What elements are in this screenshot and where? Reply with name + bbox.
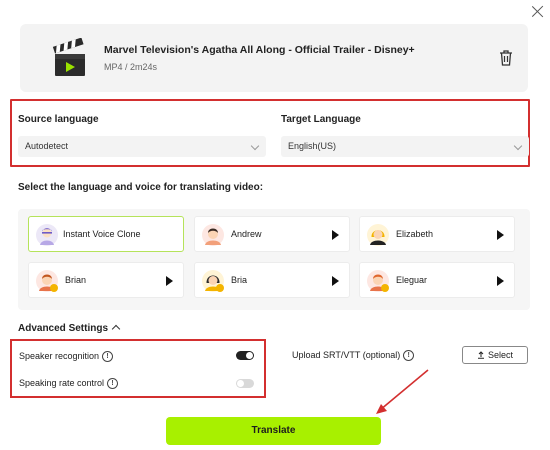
voice-name: Elizabeth: [396, 229, 434, 239]
file-card: Marvel Television's Agatha All Along - O…: [20, 24, 528, 92]
chevron-down-icon: [250, 141, 260, 151]
speaking-rate-text: Speaking rate control: [19, 378, 105, 388]
speaker-recognition-label: Speaker recognition!: [19, 351, 114, 363]
speaker-recognition-toggle[interactable]: [236, 351, 254, 360]
annotation-arrow: [376, 369, 429, 414]
play-icon[interactable]: [497, 230, 504, 240]
voice-name: Eleguar: [396, 275, 428, 285]
voice-card-brian[interactable]: Brian: [28, 262, 184, 298]
speaking-rate-label: Speaking rate control!: [19, 378, 119, 390]
info-icon[interactable]: !: [102, 351, 114, 363]
clapperboard-icon: [52, 38, 85, 76]
voice-grid: Instant Voice Clone Andrew Elizabeth Bri…: [18, 209, 530, 310]
voice-section-heading: Select the language and voice for transl…: [18, 182, 264, 193]
close-icon[interactable]: [530, 4, 546, 20]
file-title: Marvel Television's Agatha All Along - O…: [104, 44, 415, 56]
target-language-value: English(US): [288, 141, 337, 151]
voice-name: Instant Voice Clone: [63, 229, 141, 239]
elizabeth-avatar-icon: [367, 224, 389, 246]
toggle-knob: [237, 380, 244, 387]
info-icon[interactable]: !: [107, 378, 119, 390]
info-icon[interactable]: !: [403, 350, 415, 362]
brian-avatar-icon: [36, 270, 58, 292]
voice-card-bria[interactable]: Bria: [194, 262, 350, 298]
trash-icon[interactable]: [499, 50, 513, 66]
source-language-value: Autodetect: [25, 141, 69, 151]
voice-clone-avatar-icon: [36, 224, 58, 246]
play-icon[interactable]: [497, 276, 504, 286]
source-language-select[interactable]: Autodetect: [18, 136, 266, 157]
voice-card-andrew[interactable]: Andrew: [194, 216, 350, 252]
upload-subtitle-label: Upload SRT/VTT (optional)!: [292, 350, 415, 362]
target-language-label: Target Language: [281, 114, 361, 125]
advanced-settings-label: Advanced Settings: [18, 323, 109, 334]
play-icon[interactable]: [332, 230, 339, 240]
upload-subtitle-text: Upload SRT/VTT (optional): [292, 350, 401, 360]
voice-card-eleguar[interactable]: Eleguar: [359, 262, 515, 298]
bria-avatar-icon: [202, 270, 224, 292]
play-icon[interactable]: [166, 276, 173, 286]
voice-name: Brian: [65, 275, 87, 285]
upload-icon: [477, 350, 484, 359]
file-meta: MP4 / 2m24s: [104, 62, 158, 72]
play-icon[interactable]: [332, 276, 339, 286]
chevron-down-icon: [513, 141, 523, 151]
speaker-recognition-text: Speaker recognition: [19, 351, 100, 361]
select-file-button[interactable]: Select: [462, 346, 528, 364]
voice-name: Bria: [231, 275, 248, 285]
voice-card-elizabeth[interactable]: Elizabeth: [359, 216, 515, 252]
advanced-settings-highlight: [10, 339, 266, 398]
eleguar-avatar-icon: [367, 270, 389, 292]
advanced-settings-toggle[interactable]: Advanced Settings: [18, 323, 121, 334]
target-language-select[interactable]: English(US): [281, 136, 529, 157]
select-button-label: Select: [487, 350, 513, 360]
speaking-rate-toggle[interactable]: [236, 379, 254, 388]
toggle-knob: [246, 352, 253, 359]
translate-button[interactable]: Translate: [166, 417, 381, 445]
voice-card-instant-voice-clone[interactable]: Instant Voice Clone: [28, 216, 184, 252]
source-language-label: Source language: [18, 114, 99, 125]
andrew-avatar-icon: [202, 224, 224, 246]
chevron-up-icon: [111, 324, 121, 334]
voice-name: Andrew: [231, 229, 262, 239]
